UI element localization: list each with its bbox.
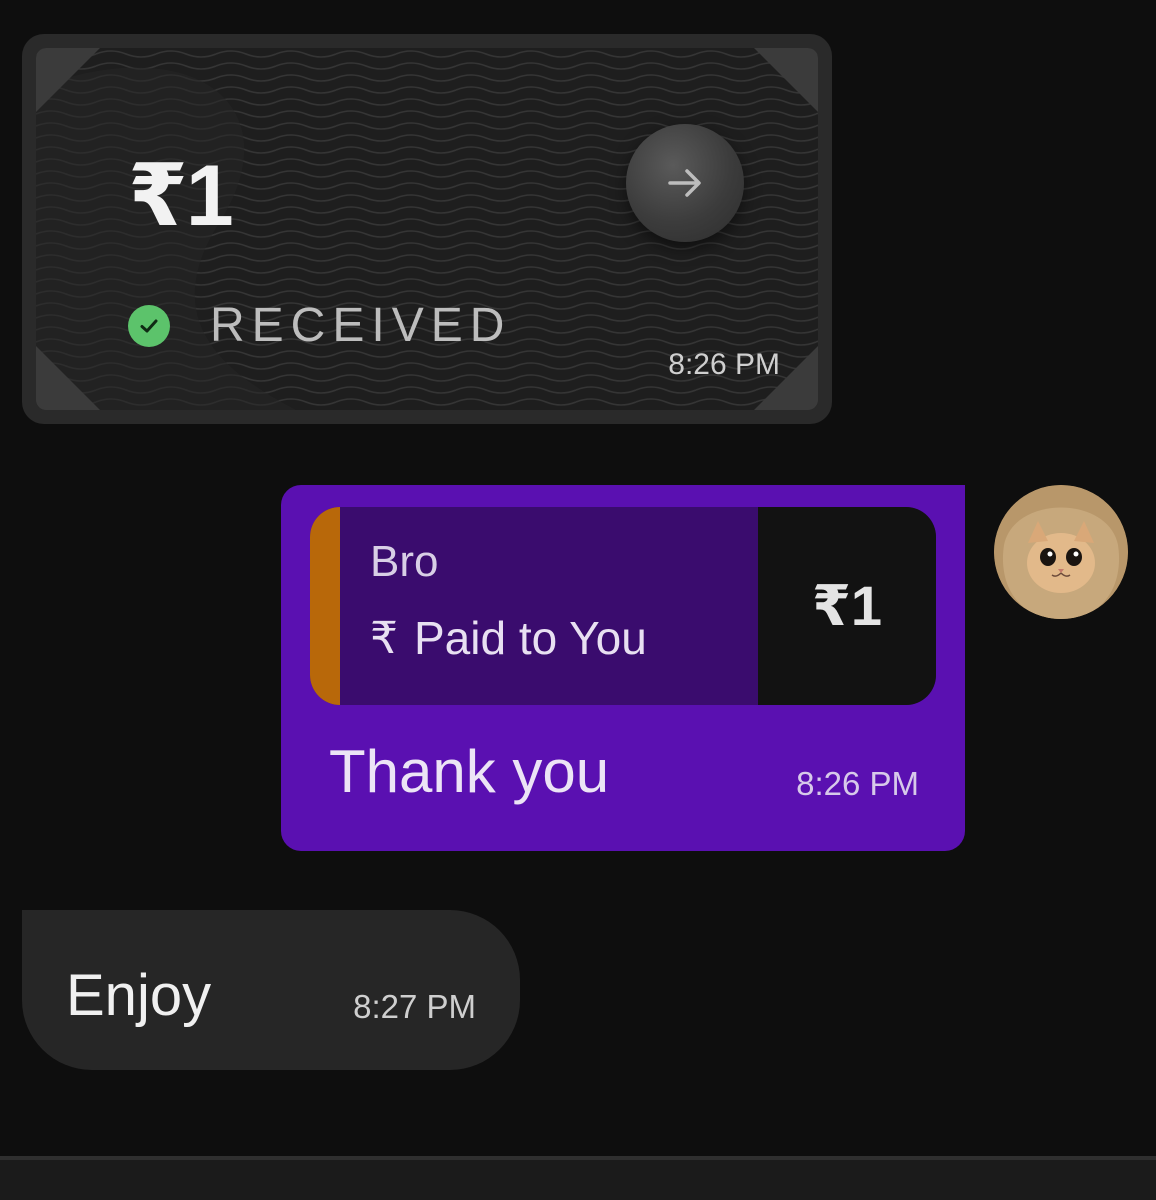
quoted-payment[interactable]: Bro ₹ Paid to You ₹1 (310, 507, 936, 705)
quote-amount: ₹1 (758, 507, 936, 705)
quote-detail: ₹ Paid to You (370, 611, 758, 665)
payment-status-label: RECEIVED (210, 299, 512, 352)
quote-detail-label: Paid to You (414, 612, 647, 664)
payment-card-inner: ₹1 RECEIVED 8:26 PM (36, 48, 818, 410)
received-message-bubble[interactable]: Enjoy 8:27 PM (22, 910, 520, 1070)
avatar[interactable] (994, 485, 1128, 619)
payment-card[interactable]: ₹1 RECEIVED 8:26 PM (22, 34, 832, 424)
payment-time: 8:26 PM (668, 348, 780, 381)
rupee-icon: ₹ (370, 613, 398, 663)
sent-message-text: Thank you (329, 738, 610, 805)
quote-sender-name: Bro (370, 537, 439, 586)
sent-message-time: 8:26 PM (796, 765, 919, 802)
quote-accent-bar (310, 507, 340, 705)
sent-message-bubble[interactable]: Bro ₹ Paid to You ₹1 Thank you 8:26 PM (281, 485, 965, 851)
chat-screen: ₹1 RECEIVED 8:26 PM Bro ₹ Paid to You ₹1… (0, 0, 1156, 1200)
check-circle-icon (128, 304, 170, 347)
payment-status: RECEIVED (128, 298, 511, 353)
arrow-right-icon (668, 169, 701, 197)
open-payment-button[interactable] (626, 124, 744, 242)
composer-bar[interactable] (0, 1156, 1156, 1200)
quote-body: Bro ₹ Paid to You (340, 507, 758, 705)
received-message-text: Enjoy (66, 963, 212, 1028)
received-message-time: 8:27 PM (353, 988, 476, 1025)
payment-amount: ₹1 (128, 148, 234, 244)
cat-avatar-image (994, 485, 1128, 619)
